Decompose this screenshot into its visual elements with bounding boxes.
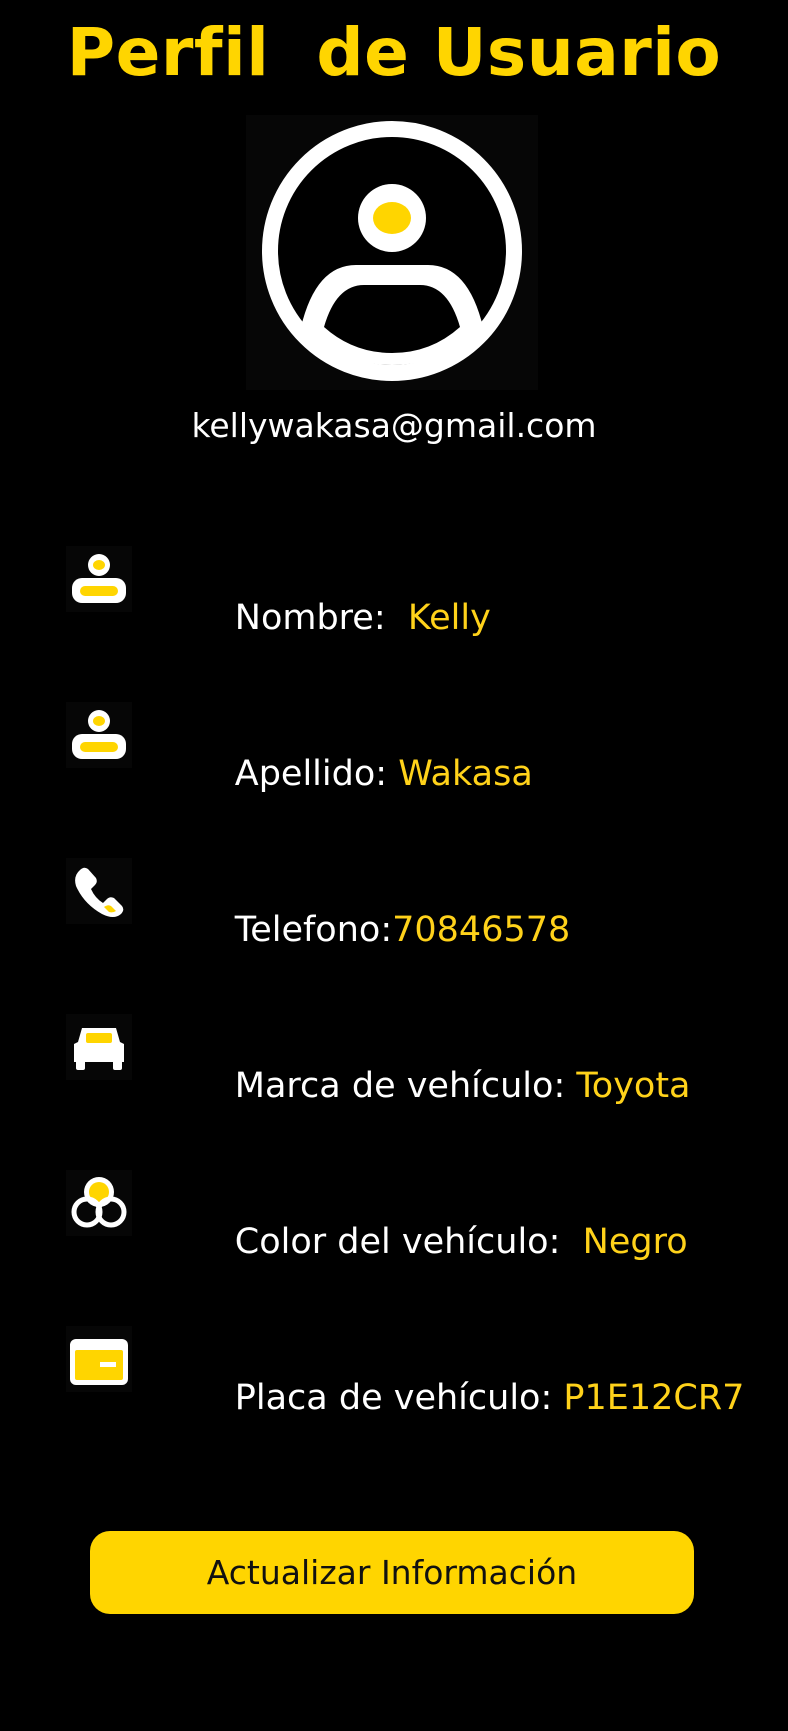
- avatar: [246, 115, 538, 390]
- field-value-placa: P1E12CR7: [563, 1378, 745, 1418]
- update-info-button[interactable]: Actualizar Información: [90, 1531, 694, 1614]
- page-title: Perfil de Usuario: [66, 14, 722, 91]
- phone-icon: [66, 858, 132, 924]
- car-icon: [66, 1014, 132, 1080]
- field-value-color: Negro: [582, 1222, 688, 1262]
- user-circle-icon: [262, 121, 522, 381]
- field-value-marca: Toyota: [576, 1066, 691, 1106]
- field-row-placa: Placa de vehículo: P1E12CR7: [0, 1326, 788, 1418]
- field-row-marca: Marca de vehículo: Toyota: [0, 1014, 788, 1106]
- field-label-placa: Placa de vehículo:: [234, 1378, 564, 1418]
- field-row-nombre: Nombre: Kelly: [0, 546, 788, 638]
- user-icon: [66, 546, 132, 612]
- field-label-apellido: Apellido:: [234, 754, 399, 794]
- field-row-telefono: Telefono:70846578: [0, 858, 788, 950]
- field-label-color: Color del vehículo:: [234, 1222, 583, 1262]
- card-plate-icon: [66, 1326, 132, 1392]
- field-row-apellido: Apellido: Wakasa: [0, 702, 788, 794]
- field-label-telefono: Telefono:: [234, 910, 393, 950]
- color-circles-icon: [66, 1170, 132, 1236]
- field-value-telefono: 70846578: [392, 910, 571, 950]
- user-email: kellywakasa@gmail.com: [191, 406, 597, 445]
- field-value-apellido: Wakasa: [398, 754, 533, 794]
- user-icon: [66, 702, 132, 768]
- profile-screen: Perfil de Usuario kellywakasa@gmail.com …: [0, 0, 788, 1731]
- field-row-color: Color del vehículo: Negro: [0, 1170, 788, 1262]
- field-label-marca: Marca de vehículo:: [234, 1066, 577, 1106]
- field-value-nombre: Kelly: [407, 598, 491, 638]
- field-label-nombre: Nombre:: [234, 598, 408, 638]
